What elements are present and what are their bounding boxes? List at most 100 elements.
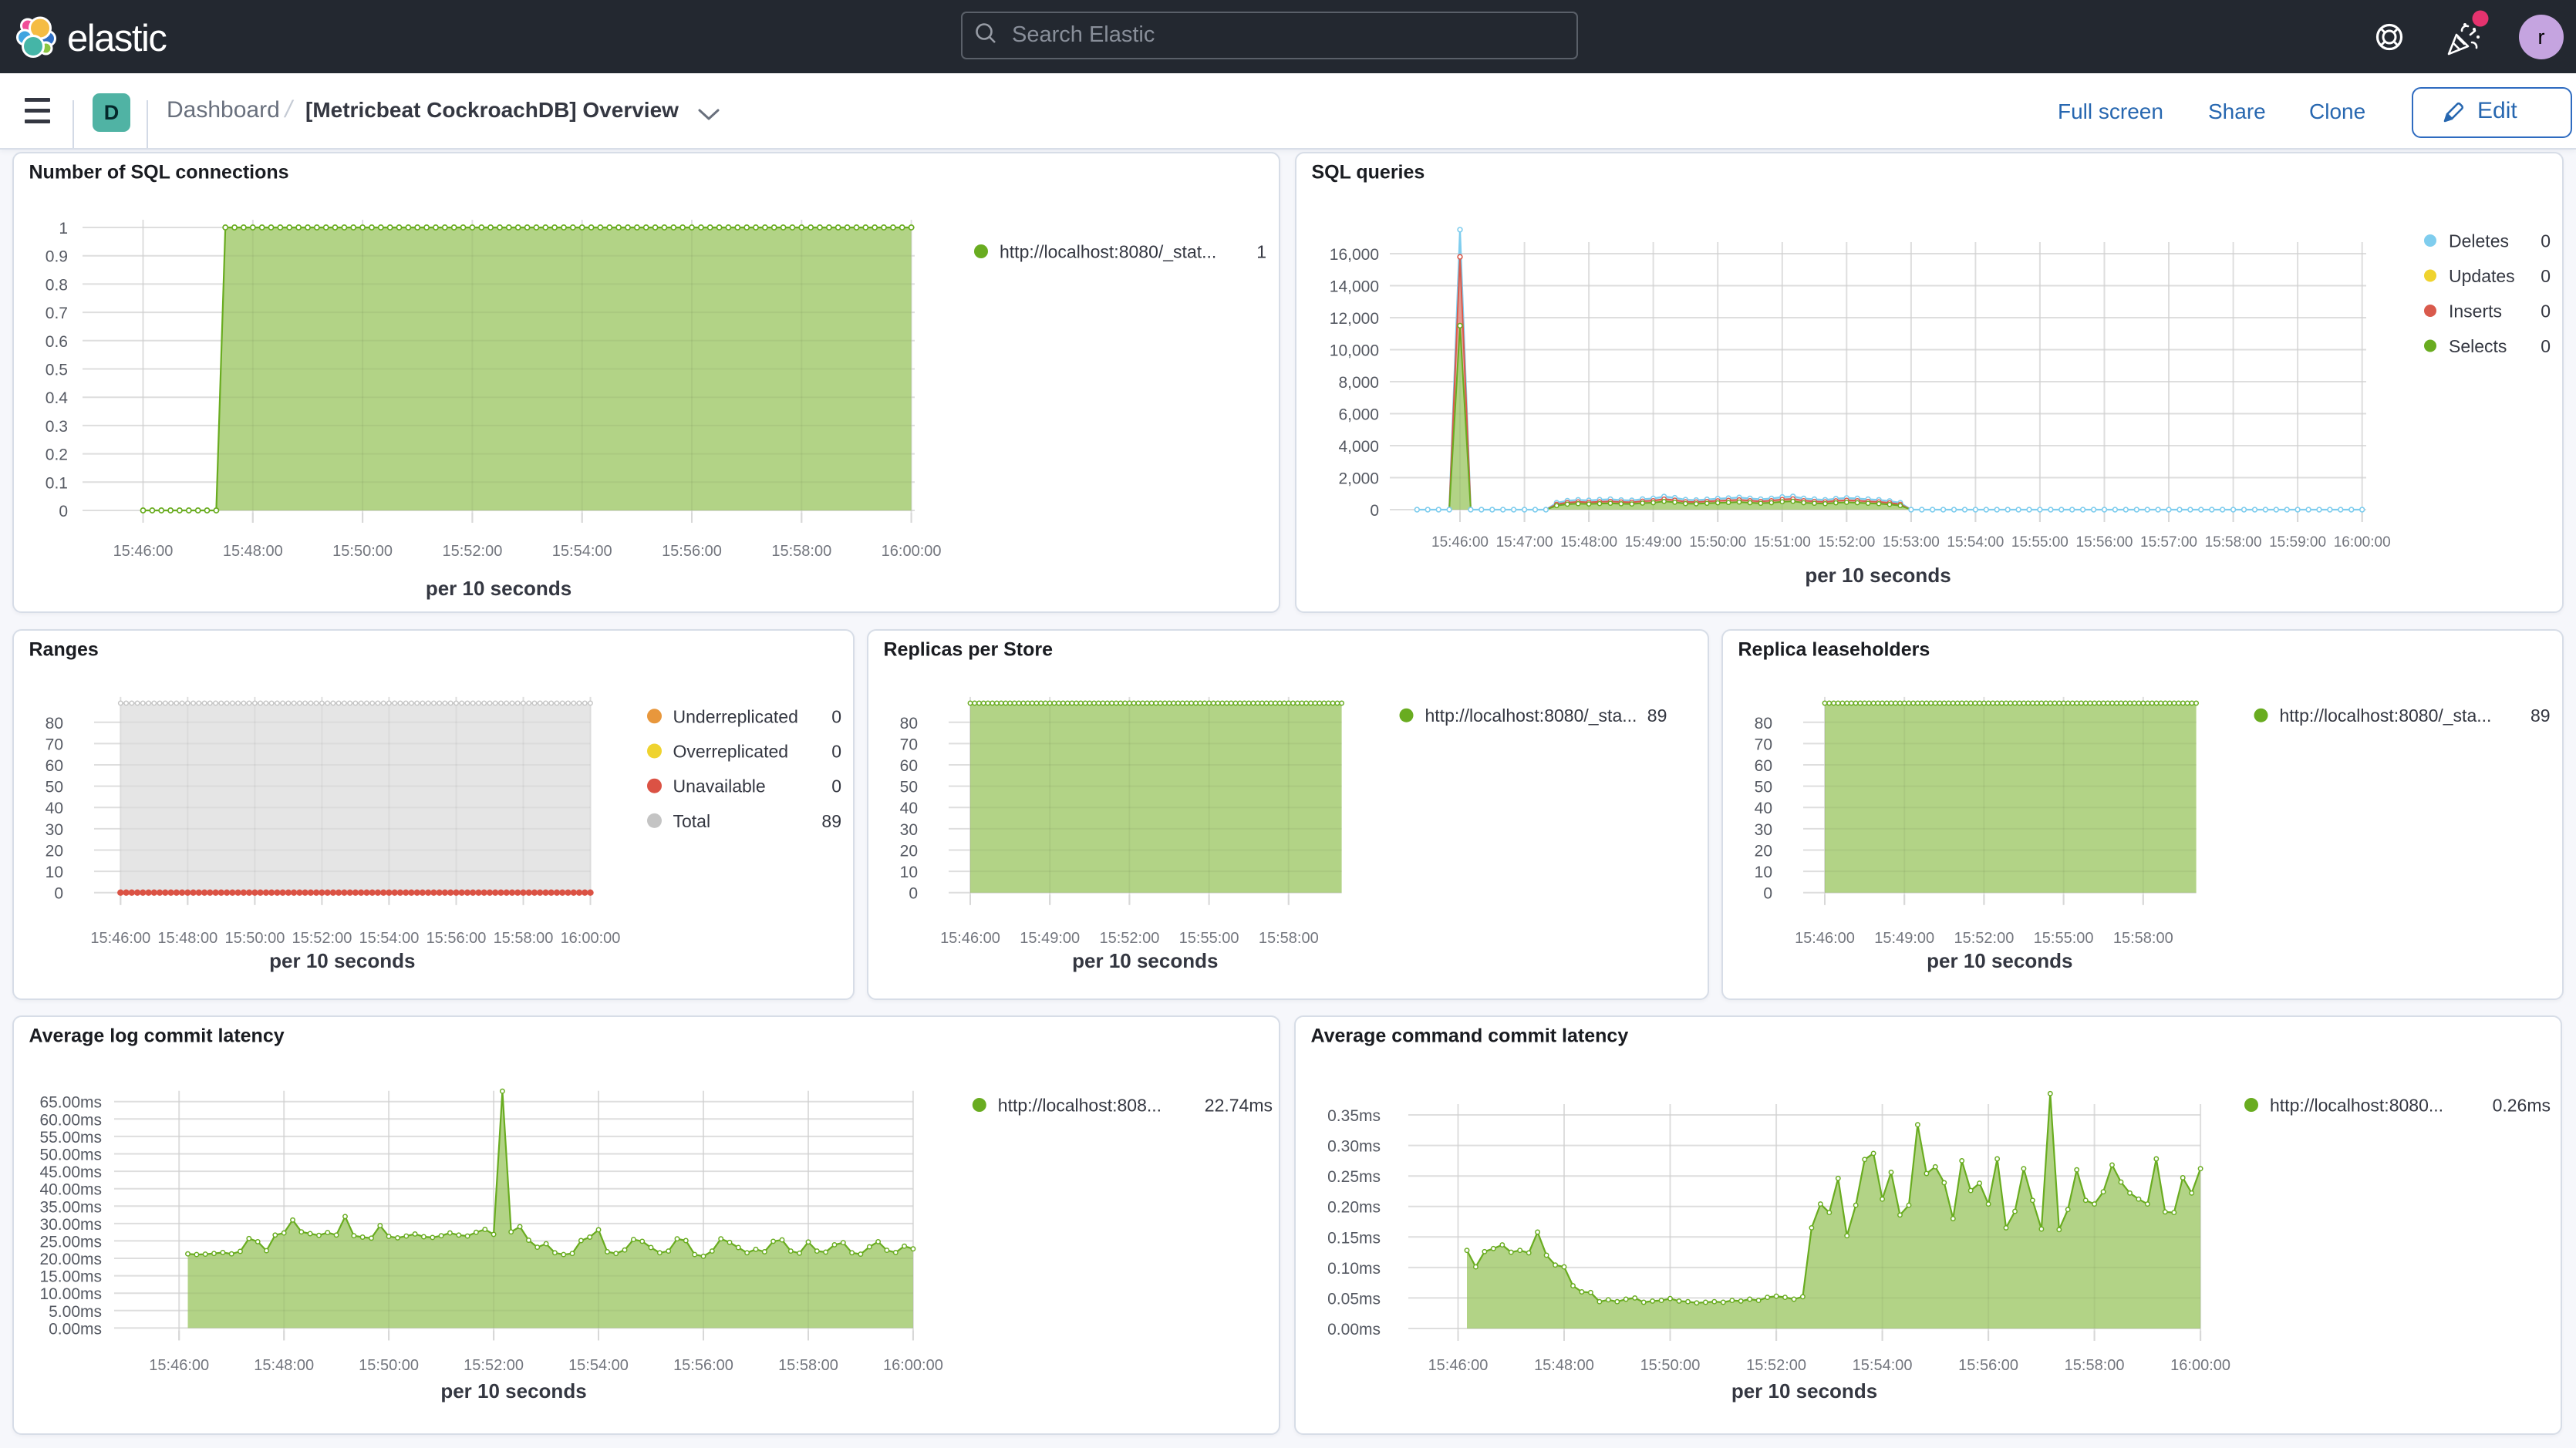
svg-text:0.05ms: 0.05ms [1327, 1290, 1381, 1308]
svg-text:15:54:00: 15:54:00 [1947, 534, 2004, 551]
svg-text:per 10 seconds: per 10 seconds [269, 949, 415, 972]
svg-text:10: 10 [1755, 864, 1772, 881]
svg-text:15:46:00: 15:46:00 [90, 930, 150, 947]
svg-text:70: 70 [900, 736, 918, 753]
svg-text:20: 20 [1755, 843, 1772, 860]
svg-text:89: 89 [821, 811, 841, 831]
svg-text:15:48:00: 15:48:00 [157, 930, 217, 947]
svg-text:0.9: 0.9 [46, 248, 68, 266]
svg-text:15:49:00: 15:49:00 [1625, 534, 1682, 551]
svg-text:15:52:00: 15:52:00 [1099, 930, 1159, 947]
svg-text:55.00ms: 55.00ms [39, 1129, 102, 1147]
svg-text:40: 40 [900, 800, 918, 817]
svg-text:15:58:00: 15:58:00 [2205, 534, 2262, 551]
svg-text:0.15ms: 0.15ms [1327, 1229, 1381, 1247]
svg-text:15:52:00: 15:52:00 [464, 1357, 524, 1374]
svg-text:20: 20 [46, 843, 63, 860]
svg-text:15:50:00: 15:50:00 [332, 543, 393, 560]
svg-text:15:46:00: 15:46:00 [113, 543, 174, 560]
svg-text:0.26ms: 0.26ms [2493, 1096, 2551, 1116]
svg-text:15:52:00: 15:52:00 [442, 543, 502, 560]
svg-text:15:46:00: 15:46:00 [940, 930, 1000, 947]
svg-text:15:51:00: 15:51:00 [1754, 534, 1811, 551]
svg-text:15:56:00: 15:56:00 [662, 543, 722, 560]
svg-text:15:46:00: 15:46:00 [1428, 1357, 1489, 1374]
svg-text:SQL queries: SQL queries [1312, 162, 1425, 184]
svg-text:http://localhost:8080/_stat...: http://localhost:8080/_stat... [1000, 242, 1216, 262]
svg-text:Replicas per Store: Replicas per Store [884, 639, 1054, 661]
svg-text:15:58:00: 15:58:00 [494, 930, 554, 947]
svg-text:0: 0 [54, 885, 63, 903]
svg-text:per 10 seconds: per 10 seconds [440, 1379, 586, 1403]
svg-text:15:49:00: 15:49:00 [1020, 930, 1080, 947]
svg-text:0: 0 [1370, 502, 1379, 520]
svg-text:0.35ms: 0.35ms [1327, 1107, 1381, 1125]
svg-text:15:54:00: 15:54:00 [552, 543, 612, 560]
svg-text:10,000: 10,000 [1330, 342, 1379, 360]
svg-text:80: 80 [900, 715, 918, 732]
svg-text:4,000: 4,000 [1338, 438, 1379, 456]
svg-text:15:58:00: 15:58:00 [2065, 1357, 2125, 1374]
svg-text:per 10 seconds: per 10 seconds [1927, 949, 2072, 972]
svg-text:15:58:00: 15:58:00 [2113, 930, 2173, 947]
svg-text:14,000: 14,000 [1330, 278, 1379, 296]
svg-text:15:48:00: 15:48:00 [254, 1357, 314, 1374]
svg-text:15:57:00: 15:57:00 [2140, 534, 2197, 551]
svg-text:80: 80 [1755, 715, 1772, 732]
svg-text:0: 0 [831, 776, 841, 796]
svg-text:15:56:00: 15:56:00 [1958, 1357, 2018, 1374]
svg-text:per 10 seconds: per 10 seconds [426, 577, 572, 600]
svg-text:per 10 seconds: per 10 seconds [1072, 949, 1218, 972]
svg-text:0.3: 0.3 [46, 418, 68, 436]
svg-text:60.00ms: 60.00ms [39, 1111, 102, 1129]
svg-text:1: 1 [59, 220, 68, 237]
svg-text:50: 50 [900, 779, 918, 796]
svg-text:60: 60 [46, 757, 63, 775]
svg-text:15:52:00: 15:52:00 [1954, 930, 2014, 947]
svg-text:15:55:00: 15:55:00 [2011, 534, 2069, 551]
svg-text:15:53:00: 15:53:00 [1883, 534, 1940, 551]
svg-text:40.00ms: 40.00ms [39, 1181, 102, 1199]
svg-text:0: 0 [831, 706, 841, 726]
svg-text:Average log commit latency: Average log commit latency [29, 1025, 285, 1047]
svg-text:Underreplicated: Underreplicated [673, 706, 798, 726]
svg-text:Replica leaseholders: Replica leaseholders [1738, 639, 1930, 661]
svg-text:70: 70 [1755, 736, 1772, 753]
svg-text:15:52:00: 15:52:00 [292, 930, 352, 947]
svg-text:50.00ms: 50.00ms [39, 1147, 102, 1164]
svg-text:16:00:00: 16:00:00 [2334, 534, 2391, 551]
svg-text:15:58:00: 15:58:00 [1259, 930, 1319, 947]
svg-text:per 10 seconds: per 10 seconds [1805, 564, 1951, 587]
svg-text:60: 60 [1755, 757, 1772, 775]
svg-text:30.00ms: 30.00ms [39, 1216, 102, 1234]
svg-text:Inserts: Inserts [2449, 301, 2502, 322]
svg-text:0: 0 [2541, 301, 2551, 322]
svg-text:0: 0 [909, 885, 918, 903]
svg-text:6,000: 6,000 [1338, 406, 1379, 424]
svg-text:15:46:00: 15:46:00 [1431, 534, 1489, 551]
svg-text:15:58:00: 15:58:00 [771, 543, 831, 560]
svg-text:16:00:00: 16:00:00 [882, 543, 942, 560]
svg-text:65.00ms: 65.00ms [39, 1094, 102, 1112]
svg-text:15:50:00: 15:50:00 [359, 1357, 419, 1374]
svg-text:http://localhost:8080...: http://localhost:8080... [2270, 1096, 2443, 1116]
svg-text:0: 0 [2541, 336, 2551, 356]
svg-text:16,000: 16,000 [1330, 246, 1379, 264]
svg-text:50: 50 [1755, 779, 1772, 796]
svg-text:Ranges: Ranges [29, 639, 99, 661]
svg-text:elastic: elastic [67, 18, 167, 59]
svg-text:http://localhost:8080/_sta...: http://localhost:8080/_sta... [2280, 705, 2492, 726]
svg-text:0.00ms: 0.00ms [1327, 1321, 1381, 1339]
svg-text:40: 40 [1755, 800, 1772, 817]
svg-text:15:54:00: 15:54:00 [568, 1357, 629, 1374]
svg-text:15:50:00: 15:50:00 [1640, 1357, 1701, 1374]
svg-text:15:48:00: 15:48:00 [1534, 1357, 1594, 1374]
svg-text:12,000: 12,000 [1330, 310, 1379, 328]
svg-text:22.74ms: 22.74ms [1205, 1096, 1273, 1116]
svg-text:0.6: 0.6 [46, 333, 68, 351]
svg-text:Selects: Selects [2449, 336, 2507, 356]
svg-text:15:56:00: 15:56:00 [2076, 534, 2133, 551]
svg-text:15:56:00: 15:56:00 [427, 930, 487, 947]
svg-text:0.25ms: 0.25ms [1327, 1168, 1381, 1186]
svg-text:35.00ms: 35.00ms [39, 1198, 102, 1216]
